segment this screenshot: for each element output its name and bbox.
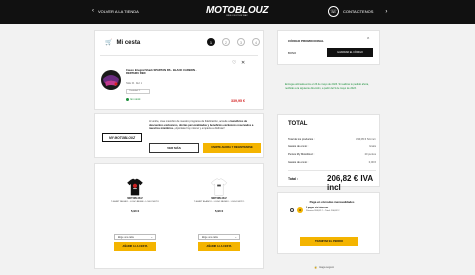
promo-code-card: CÓDIGO PROMOCIONAL ⌃ BONO GUARDAR EL CÓD… — [277, 30, 380, 65]
chevron-down-icon: ⌄ — [234, 235, 237, 239]
see-more-button[interactable]: VER MÁS — [149, 143, 199, 153]
total-card: TOTAL Total de los productos : 339,95 € … — [277, 114, 380, 192]
save-code-button[interactable]: GUARDAR EL CÓDIGO — [327, 48, 373, 57]
total-row-label: Puntos My Motoblouz : — [288, 153, 315, 156]
my-motoblouz-logo: MY MOTOBLOUZ — [102, 133, 142, 142]
installment-title: 3 pagos sin intereses — [306, 207, 329, 209]
cart-title: 🛒 Mi cesta — [105, 39, 141, 47]
size-select[interactable]: Elige una talla ⌄ — [114, 234, 156, 240]
join-label: UNIRTE AHORA Y REGISTRARSE — [211, 146, 253, 150]
total-row-value: Gratis — [369, 145, 376, 148]
step-cart: 1 — [207, 38, 215, 46]
chevron-left-icon: ‹ — [92, 8, 94, 14]
total-row-label: Gastos de envío : — [288, 145, 309, 148]
divider — [288, 170, 376, 171]
my-motoblouz-text-tail: ¡Apúntate hoy mismo y empieza a disfruta… — [174, 127, 225, 130]
recommendations-card: MOTOBLOUZ T-SHIRT NEGRO - LOGO BEIGE - L… — [94, 163, 264, 269]
chevron-up-icon[interactable]: ⌃ — [366, 37, 370, 43]
black-tshirt-image[interactable] — [122, 178, 148, 196]
step-label: 3 — [239, 39, 243, 45]
product-name[interactable]: Casco Integral Shark SPARTAN RS - BLACK … — [126, 69, 198, 76]
lock-icon: 🔒 — [314, 266, 318, 269]
step-login: 2 — [222, 38, 230, 46]
in-stock-icon — [126, 98, 129, 101]
cart-card: 🛒 Mi cesta 1 2 3 4 Casco Integral Shark … — [94, 30, 264, 110]
product-meta: Talla: M · Ref. 1 — [126, 83, 143, 85]
step-delivery: 3 — [237, 38, 245, 46]
contact-label: CONTACTENOS — [343, 9, 374, 14]
size-select-label: Elige una talla — [118, 235, 134, 239]
contact-link[interactable]: ☏ CONTACTENOS › — [328, 6, 387, 17]
join-button[interactable]: UNIRTE AHORA Y REGISTRARSE — [203, 143, 261, 153]
helmet-image — [101, 70, 121, 90]
step-label: 4 — [254, 39, 258, 45]
radio-button[interactable] — [290, 208, 294, 212]
top-bar: ‹ VOLVER A LA TIENDA MOTOBLOUZ RIDE ON Y… — [0, 0, 475, 24]
total-row-value: 20 puntos — [364, 153, 376, 156]
payment-title: Paga en cómodas mensualidades — [309, 200, 355, 204]
product-name[interactable]: T-SHIRT NEGRO - LOGO BEIGE - LOGO MOTO — [99, 201, 171, 203]
remove-item-icon[interactable]: ✕ — [241, 60, 245, 66]
my-motoblouz-text: Al unirte, crea miembro de nuestro progr… — [149, 120, 261, 131]
total-row: Gastos de envío : Gratis — [288, 145, 376, 148]
white-tshirt-image[interactable] — [206, 178, 232, 196]
cart-icon: 🛒 — [105, 40, 113, 46]
total-title: TOTAL — [288, 121, 308, 127]
stock-status: En stock — [126, 98, 140, 101]
grand-total-value: 206,82 € IVA incl — [327, 174, 373, 192]
chevron-down-icon: ⌄ — [150, 235, 153, 239]
total-row-value: 0,00 € — [368, 161, 376, 164]
chevron-right-icon: › — [385, 8, 388, 15]
grand-total-label: Total : — [288, 177, 299, 181]
installments-badge: 3 — [297, 207, 303, 213]
total-row-label: Gastos de envío : — [288, 161, 309, 164]
help-label: Haga seguro — [319, 266, 335, 269]
back-label: VOLVER A LA TIENDA — [98, 8, 139, 14]
product-brand: MOTOBLOUZ — [127, 197, 143, 200]
motoblouz-logo[interactable]: MOTOBLOUZ RIDE ON YOUR WAY — [206, 5, 269, 19]
product-price: 339,95 € — [231, 99, 245, 103]
total-row-value: 339,95 € IVA incl. — [356, 138, 376, 141]
headset-icon: ☏ — [328, 6, 339, 17]
total-row: Puntos My Motoblouz : 20 puntos — [288, 153, 376, 156]
installment-line: Primera 206,82 € – Total: 206,82 € — [306, 210, 340, 212]
divider — [100, 55, 258, 56]
my-motoblouz-card: MY MOTOBLOUZ Al unirte, crea miembro de … — [94, 113, 264, 158]
heart-icon[interactable]: ♡ — [232, 60, 236, 66]
payment-card: Paga en cómodas mensualidades 3 3 pagos … — [277, 192, 380, 254]
promo-title: CÓDIGO PROMOCIONAL — [288, 39, 324, 43]
cart-title-text: Mi cesta — [116, 39, 141, 46]
recommended-product: MOTOBLOUZ T-SHIRT NEGRO - LOGO BEIGE - L… — [95, 164, 175, 264]
step-label: 1 — [209, 39, 213, 45]
size-select-label: Elige una talla — [202, 235, 218, 239]
quantity-select[interactable]: Cantidad: 1 — [126, 89, 150, 94]
product-name[interactable]: T-SHIRT BLANCO - LOGO NEGRO - LOGO MOTO — [183, 201, 255, 203]
total-row: Total de los productos : 339,95 € IVA in… — [288, 138, 376, 141]
product-price: 5,90 € — [214, 209, 224, 213]
promo-label: BONO — [288, 51, 297, 55]
total-row: Gastos de envío : 0,00 € — [288, 161, 376, 164]
help-link[interactable]: 🔒 Haga seguro — [314, 266, 334, 269]
back-to-shop-link[interactable]: ‹ VOLVER A LA TIENDA — [92, 8, 139, 14]
shipping-note: Entrega estimada entre el 23 de mayo de … — [285, 83, 369, 90]
add-to-cart-button[interactable]: AÑADIR A LA CESTA — [114, 242, 156, 251]
checkout-button[interactable]: TRAMITAR EL PEDIDO — [300, 237, 358, 246]
total-row-label: Total de los productos : — [288, 138, 315, 141]
product-brand: MOTOBLOUZ — [211, 197, 227, 200]
add-to-cart-button[interactable]: AÑADIR A LA CESTA — [198, 242, 240, 251]
see-more-label: VER MÁS — [167, 146, 181, 150]
size-select[interactable]: Elige una talla ⌄ — [198, 234, 240, 240]
step-payment: 4 — [252, 38, 260, 46]
installment-option[interactable]: 3 3 pagos sin intereses Primera 206,82 €… — [290, 207, 340, 213]
product-price: 5,90 € — [130, 209, 140, 213]
checkout-label: TRAMITAR EL PEDIDO — [314, 240, 343, 243]
recommended-product: MOTOBLOUZ T-SHIRT BLANCO - LOGO NEGRO - … — [179, 164, 259, 264]
step-label: 2 — [224, 39, 228, 45]
installment-text: 3 pagos sin intereses Primera 206,82 € –… — [306, 207, 340, 213]
stock-text: En stock — [130, 98, 141, 101]
